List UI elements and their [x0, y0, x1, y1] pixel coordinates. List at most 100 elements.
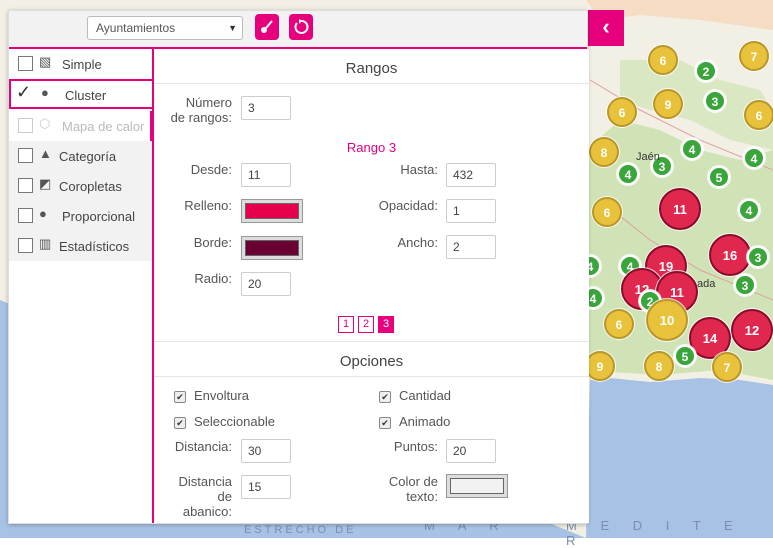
sidebar-item-proporcional[interactable]: ● Proporcional: [9, 201, 152, 231]
cluster-count: 5: [716, 171, 723, 185]
ancho-input[interactable]: 2: [446, 235, 496, 259]
sidebar-blank: [9, 261, 152, 523]
cluster-marker[interactable]: 3: [746, 245, 770, 269]
cluster-marker[interactable]: 8: [643, 350, 675, 382]
cluster-count: 4: [689, 143, 696, 157]
puntos-label: Puntos:: [393, 439, 438, 454]
relleno-label: Relleno:: [184, 198, 232, 213]
cluster-marker[interactable]: 6: [591, 196, 623, 228]
envoltura-checkbox[interactable]: ✔ Envoltura: [174, 388, 249, 403]
cluster-settings: Rangos Número de rangos: 3 Rango 3 Desde…: [152, 49, 589, 523]
cluster-marker[interactable]: 3: [733, 273, 757, 297]
relleno-color-picker[interactable]: [241, 199, 303, 223]
animado-checkbox[interactable]: ✔ Animado: [379, 414, 450, 429]
sidebar-item-label: Estadísticos: [59, 239, 130, 254]
cluster-marker[interactable]: 3: [703, 89, 727, 113]
sidebar-item-simple[interactable]: ▧ Simple: [9, 49, 154, 79]
collapse-panel-button[interactable]: ‹: [588, 10, 624, 46]
radio-label: Radio:: [194, 271, 232, 286]
cantidad-checkbox[interactable]: ✔ Cantidad: [379, 388, 451, 403]
cluster-marker[interactable]: 4: [737, 198, 761, 222]
borde-label: Borde:: [193, 235, 232, 250]
cluster-count: 7: [724, 361, 731, 375]
range-page-2[interactable]: 2: [358, 316, 374, 333]
borde-color-picker[interactable]: [241, 236, 303, 260]
layer-select[interactable]: Ayuntamientos ▼: [87, 16, 243, 40]
layer-select-value: Ayuntamientos: [96, 21, 176, 35]
sidebar-item-label: Simple: [62, 57, 102, 72]
cluster-marker[interactable]: 2: [694, 59, 718, 83]
seleccionable-label: Seleccionable: [194, 414, 275, 429]
paint-brush-icon: [261, 20, 273, 33]
seleccionable-checkbox[interactable]: ✔ Seleccionable: [174, 414, 275, 429]
color-texto-label: Color de texto:: [388, 474, 438, 504]
cluster-marker[interactable]: 4: [680, 137, 704, 161]
sidebar-item-estadisticos[interactable]: ▥ Estadísticos: [9, 231, 152, 261]
coropletas-checkbox[interactable]: [18, 178, 33, 193]
sidebar-item-cluster[interactable]: ✓ ● Cluster: [9, 79, 154, 109]
cluster-marker[interactable]: 10: [645, 298, 689, 342]
cluster-marker[interactable]: 16: [708, 233, 752, 277]
hasta-input[interactable]: 432: [446, 163, 496, 187]
cluster-marker[interactable]: 5: [673, 344, 697, 368]
proporcional-checkbox[interactable]: [18, 208, 33, 223]
animado-label: Animado: [399, 414, 451, 429]
num-rangos-input[interactable]: 3: [241, 96, 291, 120]
simple-style-icon: ▧: [39, 54, 52, 69]
cluster-marker[interactable]: 4: [742, 146, 766, 170]
cantidad-label: Cantidad: [399, 388, 452, 403]
cluster-marker[interactable]: 7: [738, 40, 770, 72]
sidebar-item-label: Proporcional: [62, 209, 135, 224]
cluster-count: 3: [712, 95, 719, 109]
puntos-input[interactable]: 20: [446, 439, 496, 463]
cluster-count: 8: [601, 146, 608, 160]
sidebar-item-coropletas[interactable]: ◩ Coropletas: [9, 171, 152, 201]
checkmark-icon: ✔: [174, 390, 186, 403]
cluster-marker[interactable]: 6: [606, 96, 638, 128]
cluster-count: 6: [756, 109, 763, 123]
distancia-abanico-input[interactable]: 15: [241, 475, 291, 499]
cluster-count: 3: [755, 251, 762, 265]
range-page-1[interactable]: 1: [338, 316, 354, 333]
cluster-marker[interactable]: 12: [730, 308, 773, 352]
opacidad-input[interactable]: 1: [446, 199, 496, 223]
cluster-marker[interactable]: 6: [647, 44, 679, 76]
reset-style-button[interactable]: [289, 14, 313, 40]
cluster-count: 6: [660, 54, 667, 68]
cluster-count: 4: [751, 152, 758, 166]
cluster-marker[interactable]: 5: [707, 165, 731, 189]
cluster-marker[interactable]: 6: [603, 308, 635, 340]
cluster-count: 10: [660, 313, 674, 328]
style-type-sidebar: ▧ Simple ✓ ● Cluster ⬡ Mapa de calor ▲ C…: [9, 49, 154, 523]
divider: [154, 83, 589, 84]
color-texto-picker[interactable]: [446, 474, 508, 498]
cluster-count: 9: [597, 360, 604, 374]
radio-input[interactable]: 20: [241, 272, 291, 296]
chevron-down-icon: ▼: [228, 23, 237, 33]
panel-toolbar: Ayuntamientos ▼: [9, 11, 587, 49]
divider: [154, 376, 589, 377]
cluster-marker[interactable]: 11: [658, 187, 702, 231]
sea-label: ESTRECHO DE: [244, 524, 357, 536]
distancia-input[interactable]: 30: [241, 439, 291, 463]
cluster-marker[interactable]: 7: [711, 351, 743, 383]
range-title: Rango 3: [346, 140, 397, 155]
cluster-marker[interactable]: 9: [652, 88, 684, 120]
map-city-label: Jaén: [636, 151, 660, 163]
divider: [154, 341, 589, 342]
chevron-left-icon: ‹: [602, 14, 610, 39]
heatmap-icon: ⬡: [39, 116, 51, 131]
categoria-checkbox[interactable]: [18, 148, 33, 163]
desde-input[interactable]: 11: [241, 163, 291, 187]
choropleth-icon: ◩: [39, 176, 52, 191]
map-city-label: ada: [697, 278, 716, 290]
range-page-3[interactable]: 3: [378, 316, 394, 333]
heatmap-checkbox: [18, 118, 33, 133]
cluster-marker[interactable]: 8: [588, 136, 620, 168]
estadisticos-checkbox[interactable]: [18, 238, 33, 253]
apply-style-button[interactable]: [255, 14, 279, 40]
simple-checkbox[interactable]: [18, 56, 33, 71]
sidebar-item-categoria[interactable]: ▲ Categoría: [9, 141, 152, 171]
cluster-marker[interactable]: 4: [616, 162, 640, 186]
style-panel: Ayuntamientos ▼ ▧ Simple ✓ ● Cluster ⬡ M…: [8, 10, 589, 524]
